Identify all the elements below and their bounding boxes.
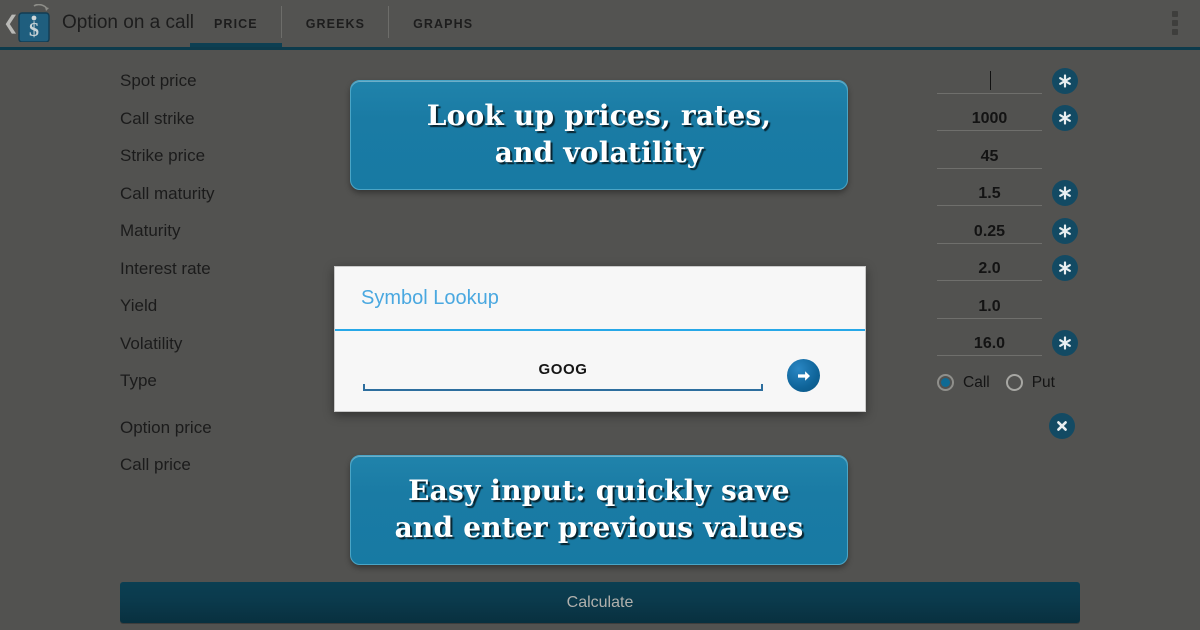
app-header: ❮ $ Option on a call PRICE GREEKS GRAPHS xyxy=(0,0,1200,47)
overflow-menu-icon[interactable] xyxy=(1172,11,1178,35)
input-strike-price-value: 45 xyxy=(980,147,999,165)
saved-values-icon-column xyxy=(1049,62,1081,362)
input-yield-value: 1.0 xyxy=(978,297,1001,315)
star-slot-strike-price-empty xyxy=(1049,137,1081,175)
input-interest-rate-value: 2.0 xyxy=(978,260,1001,277)
promo-line-1: Look up prices, rates, xyxy=(426,99,772,133)
star-slot-call-strike xyxy=(1049,100,1081,138)
asterisk-icon[interactable] xyxy=(1052,67,1078,94)
asterisk-icon[interactable] xyxy=(1052,330,1078,357)
input-underline xyxy=(937,242,1042,244)
promo-line-2: and volatility xyxy=(494,136,704,169)
star-slot-yield-empty xyxy=(1049,287,1081,325)
symbol-input-value: GOOG xyxy=(538,361,588,378)
tab-price[interactable]: PRICE xyxy=(190,0,282,47)
input-call-maturity-value: 1.5 xyxy=(978,185,1001,202)
tab-bar: PRICE GREEKS GRAPHS xyxy=(190,0,497,47)
symbol-input-underline xyxy=(363,384,763,391)
star-slot-call-maturity xyxy=(1049,175,1081,213)
calculate-button-label: Calculate xyxy=(566,593,634,611)
input-underline xyxy=(937,167,1042,169)
star-slot-volatility xyxy=(1049,325,1081,363)
tab-graphs[interactable]: GRAPHS xyxy=(389,0,497,47)
asterisk-icon[interactable] xyxy=(1052,105,1078,132)
tab-greeks-label: GREEKS xyxy=(305,16,366,31)
input-strike-price[interactable]: 45 xyxy=(937,137,1042,175)
input-yield[interactable]: 1.0 xyxy=(937,287,1042,325)
radio-put-label: Put xyxy=(1031,373,1055,391)
input-spot-price[interactable] xyxy=(937,62,1042,100)
clear-results-slot xyxy=(1049,413,1075,439)
text-caret xyxy=(989,70,991,90)
page-title: Option on a call xyxy=(62,12,195,33)
promo-line-1: Easy input: quickly save xyxy=(408,474,790,508)
input-underline xyxy=(937,280,1042,281)
price-tag-dollar-icon[interactable]: $ xyxy=(18,3,54,43)
promo-line-2: and enter previous values xyxy=(394,511,804,544)
promo-banner-easy-input-text: Easy input: quickly save and enter previ… xyxy=(383,473,816,547)
asterisk-icon[interactable] xyxy=(1052,217,1078,244)
star-slot-maturity xyxy=(1049,212,1081,250)
option-type-radio-group[interactable]: Call Put xyxy=(937,370,1087,394)
input-underline xyxy=(937,205,1042,206)
asterisk-icon[interactable] xyxy=(1052,255,1078,282)
asterisk-icon[interactable] xyxy=(1052,180,1078,207)
input-underline xyxy=(937,130,1042,131)
star-slot-interest-rate xyxy=(1049,250,1081,288)
field-label-maturity: Maturity xyxy=(120,221,181,240)
input-interest-rate[interactable]: 2.0 xyxy=(937,250,1042,288)
overflow-dot xyxy=(1172,29,1178,35)
star-slot-spot-price xyxy=(1049,62,1081,100)
form-value-column: 1000 45 1.5 0.25 2.0 1.0 16.0 xyxy=(937,62,1042,362)
input-underline xyxy=(937,317,1042,319)
tab-graphs-label: GRAPHS xyxy=(413,16,474,31)
input-underline xyxy=(937,355,1042,356)
radio-put[interactable] xyxy=(1005,373,1023,391)
calculate-button[interactable]: Calculate xyxy=(120,582,1080,623)
header-divider xyxy=(0,47,1200,50)
back-chevron-icon[interactable]: ❮ xyxy=(3,12,19,36)
arrow-right-icon[interactable] xyxy=(787,359,820,392)
input-maturity[interactable]: 0.25 xyxy=(937,212,1042,250)
overflow-dot xyxy=(1172,20,1178,26)
radio-call-label: Call xyxy=(963,373,990,391)
input-call-strike[interactable]: 1000 xyxy=(937,100,1042,138)
overflow-dot xyxy=(1172,11,1178,17)
promo-banner-lookup: Look up prices, rates, and volatility xyxy=(350,80,848,190)
symbol-lookup-dialog: Symbol Lookup GOOG xyxy=(334,266,866,412)
result-label-option-price: Option price xyxy=(120,417,212,437)
symbol-input[interactable]: GOOG xyxy=(363,359,763,391)
input-underline xyxy=(937,92,1042,94)
app-root: ❮ $ Option on a call PRICE GREEKS GRAPHS xyxy=(0,0,1200,630)
radio-call[interactable] xyxy=(937,373,954,391)
tab-greeks[interactable]: GREEKS xyxy=(282,0,390,47)
promo-banner-easy-input: Easy input: quickly save and enter previ… xyxy=(350,455,848,565)
dialog-body: GOOG xyxy=(335,331,865,411)
input-volatility-value: 16.0 xyxy=(973,335,1006,352)
input-volatility[interactable]: 16.0 xyxy=(937,325,1042,363)
symbol-lookup-dialog-title: Symbol Lookup xyxy=(361,287,499,309)
clear-x-icon[interactable] xyxy=(1049,413,1075,439)
input-call-maturity[interactable]: 1.5 xyxy=(937,175,1042,213)
svg-text:$: $ xyxy=(29,19,39,41)
promo-banner-lookup-text: Look up prices, rates, and volatility xyxy=(415,98,784,172)
input-maturity-value: 0.25 xyxy=(973,222,1006,240)
tab-price-label: PRICE xyxy=(214,16,258,31)
input-call-strike-value: 1000 xyxy=(971,110,1008,127)
